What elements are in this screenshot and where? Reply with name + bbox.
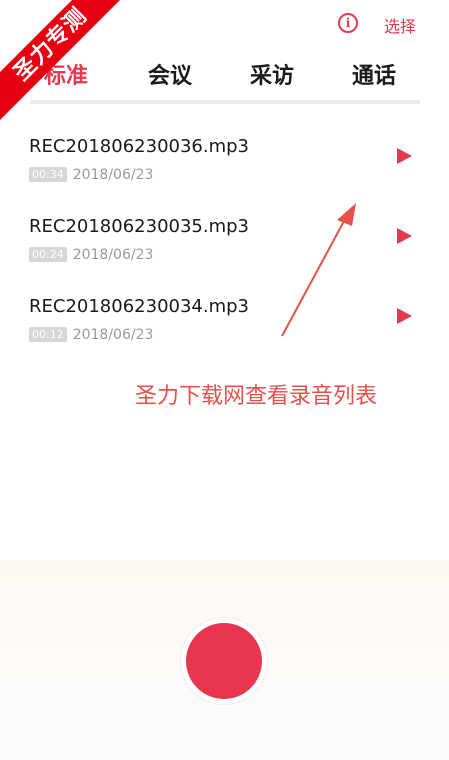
watermark-ribbon: 圣力专测	[0, 0, 120, 120]
ribbon-text: 圣力专测	[0, 0, 120, 120]
annotation-text: 圣力下载网查看录音列表	[135, 384, 378, 409]
record-button[interactable]	[186, 623, 262, 699]
